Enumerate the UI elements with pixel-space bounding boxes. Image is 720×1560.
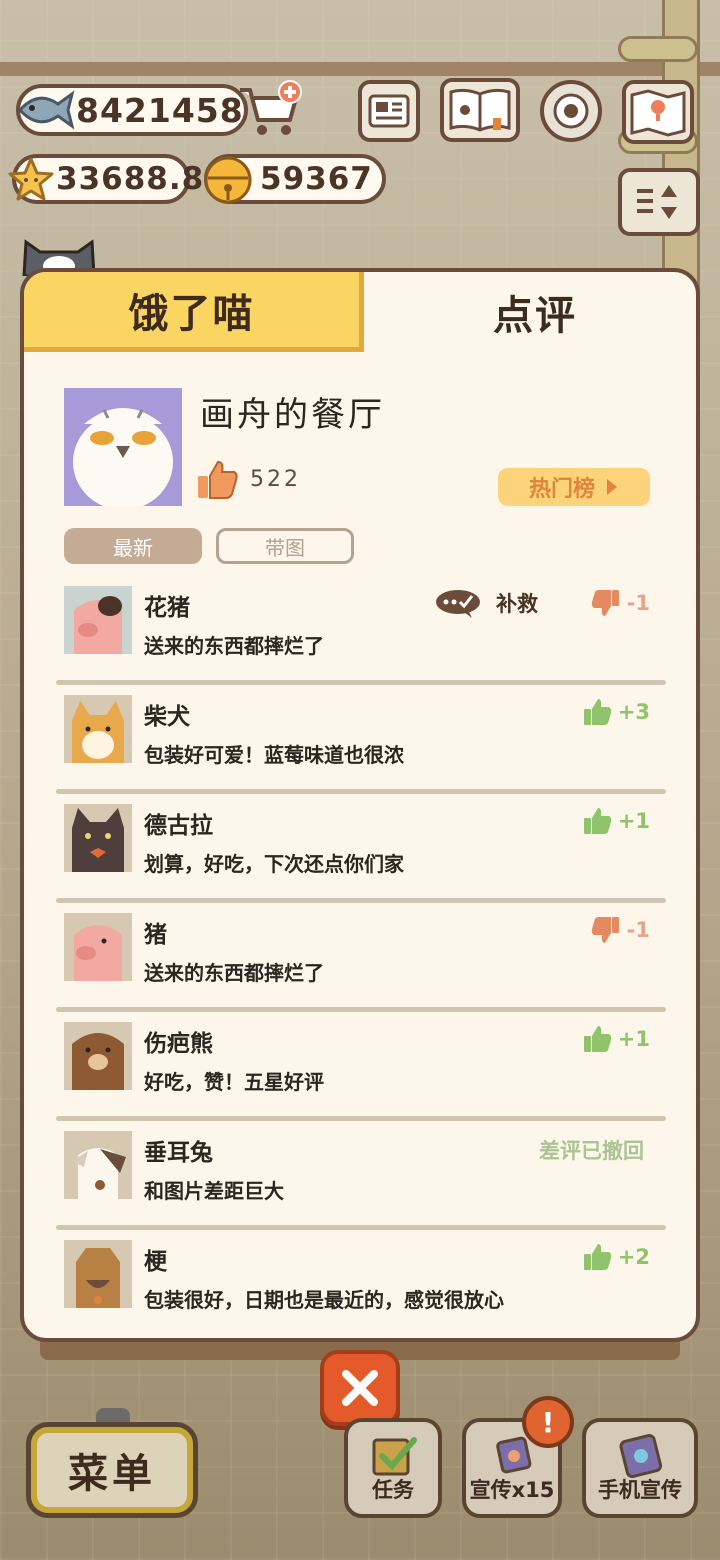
pole-ring xyxy=(618,36,698,62)
tab-dianping-label: 点评 xyxy=(493,293,577,339)
review-text: 送来的东西都摔烂了 xyxy=(144,961,324,985)
menu-button[interactable]: 菜单 xyxy=(26,1422,198,1518)
reviewer-name: 梗 xyxy=(144,1249,167,1275)
reviewer-name: 垂耳兔 xyxy=(144,1140,213,1166)
review-row: 花猪 送来的东西都摔烂了 补救 -1 xyxy=(56,576,668,685)
review-score: +3 xyxy=(582,697,650,727)
spotted-pig-avatar xyxy=(64,586,132,654)
lop-rabbit-avatar xyxy=(64,1131,132,1199)
fish-icon xyxy=(14,84,76,136)
review-score-value: -1 xyxy=(626,918,650,942)
terrier-avatar xyxy=(64,1240,132,1308)
map-icon xyxy=(630,89,686,137)
review-text: 和图片差距巨大 xyxy=(144,1179,284,1203)
review-row: 伤疤熊 好吃，赞！五星好评 +1 xyxy=(56,1012,668,1121)
review-score-value: +1 xyxy=(617,1027,650,1051)
reviewer-name: 伤疤熊 xyxy=(144,1031,213,1057)
review-text: 包装好可爱！蓝莓味道也很浓 xyxy=(144,743,404,767)
checklist-icon xyxy=(372,1437,417,1476)
tab-eleme-label: 饿了喵 xyxy=(128,290,255,337)
map-button[interactable] xyxy=(622,80,694,144)
hot-ranking-button[interactable]: 热门榜 xyxy=(498,468,650,506)
newspaper-button[interactable] xyxy=(358,80,420,142)
review-row: 梗 包装很好，日期也是最近的，感觉很放心 +2 xyxy=(60,1230,668,1338)
review-score-value: +3 xyxy=(617,700,650,724)
phone-promote-button[interactable]: 手机宣传 xyxy=(582,1418,698,1518)
review-score: +1 xyxy=(582,1024,650,1054)
review-text: 送来的东西都摔烂了 xyxy=(144,634,324,658)
bell-icon xyxy=(200,152,256,206)
thumbs-up-icon xyxy=(583,1244,612,1270)
book-icon xyxy=(449,88,511,132)
thumbs-up-icon xyxy=(583,808,612,834)
review-row: 柴犬 包装好可爱！蓝莓味道也很浓 +3 xyxy=(56,685,668,794)
review-score: -1 xyxy=(591,915,650,945)
promote-label: 宣传x15 xyxy=(469,1478,555,1502)
restaurant-name: 画舟的餐厅 xyxy=(200,394,385,435)
dracula-cat-avatar xyxy=(64,804,132,872)
sort-button[interactable] xyxy=(618,168,700,236)
review-row: 猪 送来的东西都摔烂了 -1 xyxy=(56,903,668,1012)
review-score: -1 xyxy=(591,588,650,618)
reviewer-name: 德古拉 xyxy=(144,813,213,839)
gear-icon xyxy=(553,93,589,129)
close-icon xyxy=(342,1370,378,1406)
play-arrow-icon xyxy=(607,479,617,495)
cat-book-button[interactable] xyxy=(440,78,520,142)
review-text: 包装很好，日期也是最近的，感觉很放心 xyxy=(144,1288,504,1312)
review-score: +1 xyxy=(582,806,650,836)
filter-with-image[interactable]: 带图 xyxy=(216,528,354,564)
notification-badge: ! xyxy=(522,1396,574,1448)
likes-row: 522 xyxy=(196,458,301,500)
pig-avatar xyxy=(64,913,132,981)
tab-eleme[interactable]: 饿了喵 xyxy=(24,272,364,352)
reviewer-name: 柴犬 xyxy=(144,704,190,730)
hot-ranking-label: 热门榜 xyxy=(528,477,595,502)
fish-value: 8421458 xyxy=(76,90,244,130)
thumbs-up-icon xyxy=(583,1026,612,1052)
chat-bubble-icon xyxy=(436,590,480,618)
close-button[interactable] xyxy=(320,1350,400,1426)
task-button[interactable]: 任务 xyxy=(344,1418,442,1518)
thumbs-down-icon xyxy=(591,590,619,616)
reviewer-name: 花猪 xyxy=(144,595,190,621)
like-count: 522 xyxy=(250,466,301,492)
remedy-action[interactable]: 补救 xyxy=(434,588,538,618)
review-withdrawn-status: 差评已撤回 xyxy=(539,1139,644,1163)
background-beam xyxy=(0,62,720,76)
thumbs-up-icon xyxy=(583,699,612,725)
bell-value: 59367 xyxy=(260,161,373,197)
review-score-value: -1 xyxy=(626,591,650,615)
sort-icon xyxy=(637,185,677,219)
shiba-avatar xyxy=(64,695,132,763)
settings-button[interactable] xyxy=(540,80,602,142)
filter-latest[interactable]: 最新 xyxy=(64,528,202,564)
thumbs-down-icon xyxy=(591,917,619,943)
phone-flyer-icon xyxy=(619,1434,663,1479)
star-value: 33688.8 xyxy=(56,161,205,197)
remedy-label: 补救 xyxy=(496,592,538,616)
menu-label: 菜单 xyxy=(68,1451,156,1497)
review-score: +2 xyxy=(582,1242,650,1272)
owl-avatar xyxy=(64,388,182,506)
review-text: 好吃，赞！五星好评 xyxy=(144,1070,324,1094)
review-row: 垂耳兔 和图片差距巨大 差评已撤回 xyxy=(56,1121,668,1230)
tab-dianping[interactable]: 点评 xyxy=(366,272,696,352)
review-text: 划算，好吃，下次还点你们家 xyxy=(144,852,404,876)
star-icon xyxy=(8,156,54,202)
thumbs-up-icon xyxy=(198,460,238,499)
reviewer-name: 猪 xyxy=(144,922,167,948)
review-score-value: +2 xyxy=(617,1245,650,1269)
bear-avatar xyxy=(64,1022,132,1090)
review-panel: 饿了喵 点评 画舟的餐厅 522 热门榜 最新 带图 花猪 送来的东西都摔烂了 … xyxy=(20,268,700,1342)
shop-cart-icon[interactable] xyxy=(236,80,306,142)
newspaper-icon xyxy=(368,94,410,128)
review-row: 德古拉 划算，好吃，下次还点你们家 +1 xyxy=(56,794,668,903)
review-score-value: +1 xyxy=(617,809,650,833)
